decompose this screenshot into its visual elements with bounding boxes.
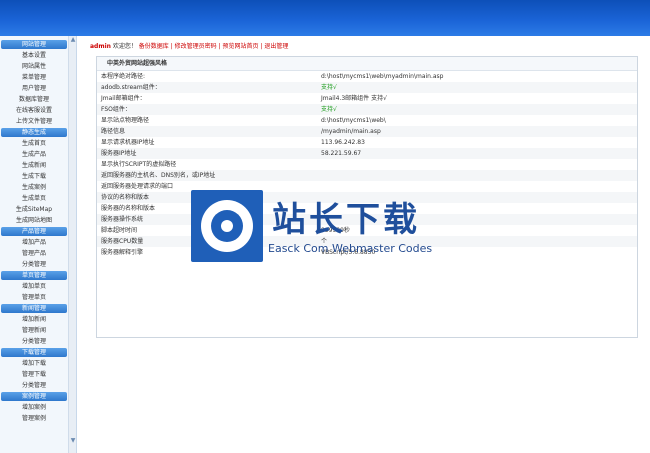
info-value: 58.221.59.67 — [317, 148, 637, 159]
sidebar-item[interactable]: 上传文件管理 — [0, 116, 68, 127]
sidebar-item[interactable]: 增加下载 — [0, 358, 68, 369]
table-row: 显示站点物理路径 d:\host\mycms1\web\ — [97, 115, 637, 126]
info-value: d:\host\mycms1\web\ — [321, 117, 386, 124]
watermark-logo-icon — [191, 190, 263, 262]
info-label: 本程序绝对路径: — [101, 73, 146, 80]
sidebar-item[interactable]: 网站属性 — [0, 61, 68, 72]
table-row: FSO组件： 支持√ — [97, 104, 637, 115]
sidebar-item[interactable]: 在线客服设置 — [0, 105, 68, 116]
sidebar-item[interactable]: 数据库管理 — [0, 94, 68, 105]
table-row: 路径信息/myadmin/main.asp — [97, 126, 637, 137]
backup-database-link[interactable]: 备份数据库 — [139, 43, 169, 50]
table-row: 显示请求机器IP地址 113.96.242.83 — [97, 137, 637, 148]
sidebar-item[interactable]: 管理新闻 — [0, 325, 68, 336]
sidebar-item[interactable]: 生成案例 — [0, 182, 68, 193]
info-label: 显示站点物理路径 — [101, 117, 150, 124]
table-row: 服务器IP地址 58.221.59.67 — [97, 148, 637, 159]
info-value: d:\host\mycms1\web\myadmin\main.asp — [321, 73, 444, 80]
table-row: 本程序绝对路径: d:\host\mycms1\web\myadmin\main.… — [97, 71, 637, 82]
sidebar-item[interactable]: 增加单页 — [0, 281, 68, 292]
sidebar-group-header[interactable]: 网站管理 — [1, 40, 67, 49]
sidebar-item[interactable]: 基本设置 — [0, 50, 68, 61]
sidebar-item[interactable]: 生成下载 — [0, 171, 68, 182]
sidebar-group-header[interactable]: 案例管理 — [1, 392, 67, 401]
sidebar-item[interactable]: 用户管理 — [0, 83, 68, 94]
sidebar-item[interactable]: 生成SiteMap — [0, 204, 68, 215]
info-value: /myadmin/main.asp — [317, 126, 637, 137]
panel-title: 中英外贸网站超强风格 — [97, 57, 637, 71]
info-value: Jmail4.3邮箱组件 支持√ — [321, 95, 387, 102]
sidebar-item[interactable]: 分类管理 — [0, 336, 68, 347]
sidebar-item[interactable]: 菜单管理 — [0, 72, 68, 83]
table-row: adodb.stream组件： 支持√ — [97, 82, 637, 93]
table-row: 显示执行SCRIPT的虚拟路径 — [97, 159, 637, 170]
info-label: 显示执行SCRIPT的虚拟路径 — [101, 161, 177, 168]
info-value — [317, 159, 637, 170]
info-label: adodb.stream组件： — [97, 82, 317, 93]
table-row: 返回服务器的主机名、DNS别名，或IP地址 — [97, 170, 637, 181]
logout-link[interactable]: 退出管理 — [264, 43, 288, 50]
sidebar-item[interactable]: 管理产品 — [0, 248, 68, 259]
info-value: 支持√ — [317, 104, 637, 115]
sidebar-scrollbar[interactable]: ▲ ▼ — [68, 36, 76, 453]
sidebar-item[interactable]: 管理下载 — [0, 369, 68, 380]
sidebar-group-header[interactable]: 单页管理 — [1, 271, 67, 280]
table-row: Jmail邮箱组件： Jmail4.3邮箱组件 支持√ — [97, 93, 637, 104]
info-value: 113.96.242.83 — [321, 139, 365, 146]
sidebar-menu: 网站管理 基本设置 网站属性 菜单管理 用户管理 数据库管理 在线客服设置 上传文件管理 静态生… — [0, 39, 68, 424]
sidebar-item[interactable]: 分类管理 — [0, 259, 68, 270]
sidebar-item[interactable]: 生成网站地图 — [0, 215, 68, 226]
sidebar-item[interactable]: 生成产品 — [0, 149, 68, 160]
info-label: Jmail邮箱组件： — [101, 95, 146, 102]
username: admin — [90, 43, 111, 50]
scroll-up-icon[interactable]: ▲ — [69, 36, 76, 44]
sidebar-group-header[interactable]: 新闻管理 — [1, 304, 67, 313]
sidebar-item[interactable]: 增加产品 — [0, 237, 68, 248]
sidebar-group-header[interactable]: 静态生成 — [1, 128, 67, 137]
watermark: 站长下载 Easck Com Webmaster Codes — [188, 187, 460, 265]
watermark-title: 站长下载 — [272, 200, 420, 240]
watermark-subtitle: Easck Com Webmaster Codes — [268, 242, 433, 255]
sidebar-group-header[interactable]: 产品管理 — [1, 227, 67, 236]
info-value: 支持√ — [317, 82, 637, 93]
welcome-text: 欢迎您！ — [112, 43, 137, 50]
change-password-link[interactable]: 修改管理员密码 — [175, 43, 217, 50]
scroll-down-icon[interactable]: ▼ — [69, 437, 76, 445]
preview-homepage-link[interactable]: 预览网站首页 — [223, 43, 259, 50]
sidebar-item[interactable]: 生成单页 — [0, 193, 68, 204]
sidebar-group-header[interactable]: 下载管理 — [1, 348, 67, 357]
sidebar-item[interactable]: 管理案例 — [0, 413, 68, 424]
info-value — [317, 170, 637, 181]
sidebar-item[interactable]: 分类管理 — [0, 380, 68, 391]
info-label: 路径信息 — [97, 126, 317, 137]
top-banner — [0, 0, 650, 36]
welcome-bar: admin 欢迎您！ 备份数据库 | 修改管理员密码 | 预览网站首页 | 退出… — [90, 43, 289, 50]
info-label: FSO组件： — [97, 104, 317, 115]
sidebar-item[interactable]: 管理单页 — [0, 292, 68, 303]
info-label: 显示请求机器IP地址 — [101, 139, 155, 146]
info-label: 返回服务器的主机名、DNS别名，或IP地址 — [97, 170, 317, 181]
sidebar-item[interactable]: 生成首页 — [0, 138, 68, 149]
info-label: 服务器IP地址 — [97, 148, 317, 159]
sidebar-item[interactable]: 增加案例 — [0, 402, 68, 413]
sidebar-item[interactable]: 生成新闻 — [0, 160, 68, 171]
sidebar-item[interactable]: 增加新闻 — [0, 314, 68, 325]
sidebar-nav: 网站管理 基本设置 网站属性 菜单管理 用户管理 数据库管理 在线客服设置 上传文件管理 静态生… — [0, 36, 77, 453]
